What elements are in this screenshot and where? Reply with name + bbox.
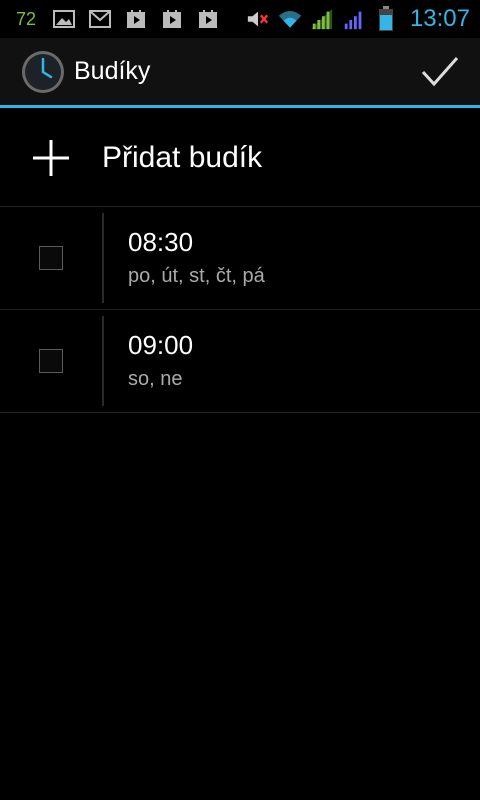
list-item: 09:00 so, ne [0, 310, 480, 413]
alarm-time: 08:30 [128, 227, 194, 257]
plus-icon [31, 138, 71, 178]
signal-icon [310, 7, 334, 31]
play-store-icon [160, 7, 184, 31]
list-item: 08:30 po, út, st, čt, pá [0, 207, 480, 310]
check-icon[interactable] [420, 54, 460, 90]
wifi-icon [278, 7, 302, 31]
alarm-entry[interactable]: 08:30 po, út, st, čt, pá [104, 207, 480, 309]
alarm-days: so, ne [128, 368, 183, 390]
add-alarm-label: Přidat budík [102, 141, 263, 174]
alarm-entry[interactable]: 09:00 so, ne [104, 310, 480, 412]
alarm-time: 09:00 [128, 330, 194, 360]
alarm-days: po, út, st, čt, pá [128, 265, 265, 287]
checkbox[interactable] [39, 246, 63, 270]
play-store-icon [196, 7, 220, 31]
clock-icon[interactable] [20, 49, 66, 95]
status-bar: 72 13:07 [0, 0, 480, 38]
image-icon [52, 7, 76, 31]
checkbox[interactable] [39, 349, 63, 373]
battery-icon [374, 6, 398, 31]
notification-count: 72 [16, 8, 37, 29]
signal-icon [342, 7, 366, 31]
status-time: 13:07 [409, 5, 470, 32]
action-bar: Budíky [0, 38, 480, 108]
gmail-icon [88, 7, 112, 31]
alarm-toggle-checkbox[interactable] [0, 207, 102, 309]
add-alarm-button[interactable]: Přidat budík [0, 110, 480, 207]
play-store-icon [124, 7, 148, 31]
mute-icon [246, 7, 270, 31]
page-title: Budíky [74, 57, 151, 85]
alarm-toggle-checkbox[interactable] [0, 310, 102, 412]
